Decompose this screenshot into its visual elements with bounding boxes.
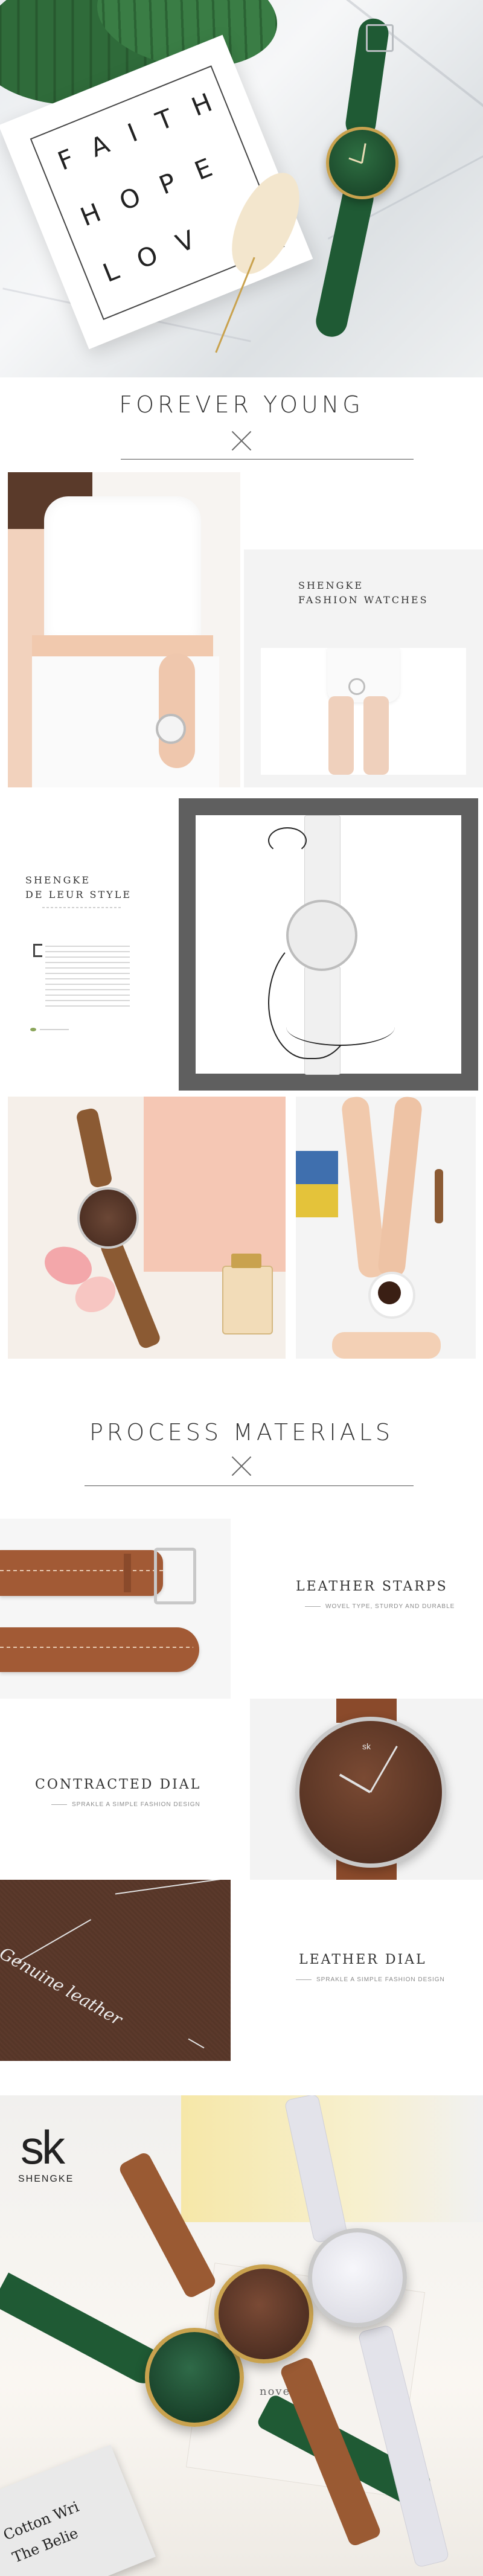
contracted-dial-photo: sk [250, 1699, 483, 1880]
dropcap [33, 944, 42, 957]
collection-label: FASHION WATCHES [298, 594, 429, 606]
leather-dial-photo: Genuine leather [0, 1880, 231, 2061]
leather-straps-photo [0, 1519, 231, 1699]
leather-dial-text: LEATHER DIAL SPRAKLE A SIMPLE FASHION DE… [238, 1880, 483, 2061]
contracted-dial-text: CONTRACTED DIAL SPRAKLE A SIMPLE FASHION… [0, 1699, 245, 1880]
feature-title: LEATHER DIAL [299, 1952, 427, 1967]
section-title-process-materials: PROCESS MATERIALS [89, 1419, 394, 1446]
brown-watch-photo [8, 1097, 286, 1359]
feature-title: LEATHER STARPS [296, 1579, 448, 1594]
watch-strap [313, 179, 377, 340]
caption-text [40, 1029, 69, 1030]
green-watch-face [326, 127, 398, 199]
green-strap [0, 2272, 168, 2390]
feature-caption: SPRAKLE A SIMPLE FASHION DESIGN [51, 1801, 200, 1808]
brand-logo-mark: sk [21, 2121, 65, 2174]
divider [85, 1485, 414, 1486]
watch-buckle [366, 24, 394, 52]
cross-ornament [229, 429, 254, 453]
fashion-watches-box: SHENGKE FASHION WATCHES [244, 549, 483, 787]
hero-photo: FAITH HOPE LOV [0, 0, 483, 377]
collection-label: DE LEUR STYLE [25, 889, 132, 900]
brand-label: SHENGKE [25, 874, 91, 886]
book: Cotton Wri The Belie [0, 2444, 156, 2576]
sketch-illustration [196, 815, 461, 1075]
brand-label: SHENGKE [298, 580, 364, 591]
brown-watch-face [214, 2264, 313, 2363]
feature-caption: WOVEL TYPE, STURDY AND DURABLE [305, 1603, 455, 1610]
collection-photo: nove sk SHENGKE Cotton Wri The Belie [0, 2095, 483, 2576]
divider [121, 459, 414, 460]
feature-caption: SPRAKLE A SIMPLE FASHION DESIGN [296, 1976, 445, 1983]
silver-watch-face [156, 714, 186, 744]
brand-logo-name: SHENGKE [18, 2174, 74, 2184]
legs-photo [261, 648, 466, 775]
product-page: FAITH HOPE LOV FOREVER YOUNG SHENGKE FAS… [0, 0, 483, 2576]
dial-logo: sk [362, 1741, 371, 1751]
deleur-text-block: SHENGKE DE LEUR STYLE [0, 803, 179, 1093]
feature-title: CONTRACTED DIAL [35, 1777, 202, 1792]
model-photo [8, 472, 240, 787]
body-text [45, 946, 130, 1011]
leaf-icon [30, 1028, 36, 1031]
cross-ornament [229, 1454, 254, 1478]
leather-straps-text: LEATHER STARPS WOVEL TYPE, STURDY AND DU… [238, 1519, 483, 1699]
white-watch-face [308, 2228, 407, 2327]
section-title-forever-young: FOREVER YOUNG [119, 391, 364, 418]
legs-bed-photo [296, 1097, 476, 1359]
sketch-frame [179, 798, 478, 1091]
tagline-text [42, 907, 121, 908]
